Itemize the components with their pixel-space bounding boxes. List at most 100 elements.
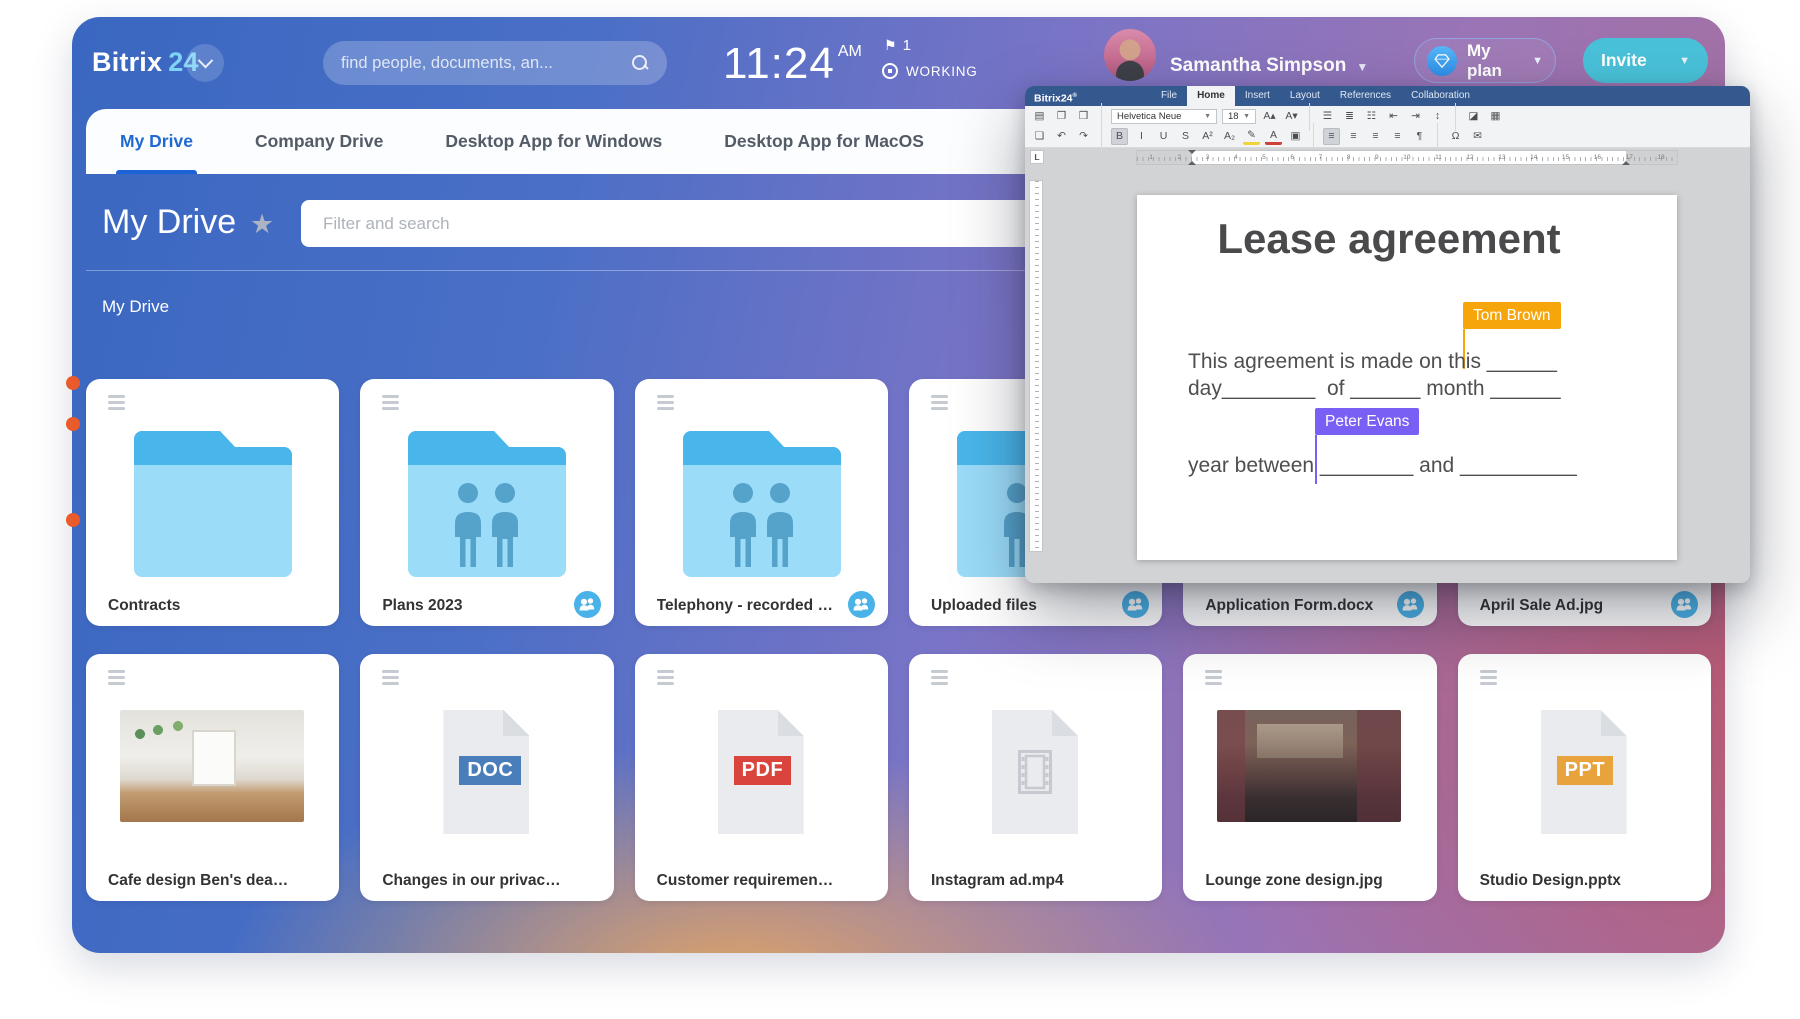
chevron-down-icon: ▼: [1679, 55, 1690, 67]
left-indent-marker[interactable]: [1188, 157, 1196, 165]
tab-stop-selector[interactable]: L: [1030, 150, 1044, 164]
document-icon: PPT: [1541, 710, 1627, 834]
strikethrough-button[interactable]: S: [1177, 128, 1194, 145]
card-menu-icon[interactable]: [931, 670, 948, 685]
file-card[interactable]: PPT Studio Design.pptx: [1458, 654, 1711, 901]
vertical-ruler[interactable]: [1030, 181, 1042, 551]
global-search[interactable]: [323, 41, 667, 85]
font-size-select[interactable]: 18▼: [1222, 109, 1256, 124]
shrink-font-button[interactable]: A▾: [1283, 108, 1300, 125]
font-family-select[interactable]: Helvetica Neue▼: [1111, 109, 1217, 124]
chevron-down-icon: ▼: [1356, 60, 1368, 74]
file-card[interactable]: DOC Changes in our privacy poli...: [360, 654, 613, 901]
shared-badge-icon: [848, 591, 875, 618]
tab-company-drive[interactable]: Company Drive: [255, 109, 383, 174]
bitrix24-logo: Bitrix24: [92, 47, 199, 78]
file-card[interactable]: Telephony - recorded calls: [635, 379, 888, 626]
video-icon: [1018, 750, 1052, 794]
copy-icon[interactable]: ❒: [1075, 108, 1092, 125]
right-indent-marker[interactable]: [1622, 157, 1630, 165]
file-card[interactable]: Cafe design Ben's deal.jpg: [86, 654, 339, 901]
invite-button[interactable]: Invite ▼: [1583, 38, 1708, 83]
tab-my-drive[interactable]: My Drive: [120, 109, 193, 174]
paste-icon[interactable]: ❏: [1031, 128, 1048, 145]
decor-dot: [66, 513, 80, 527]
logo-brand: Bitrix: [92, 47, 162, 77]
editor-ribbon-tabs: File Home Insert Layout References Colla…: [1151, 86, 1480, 106]
document-text-line[interactable]: year between ________ and __________: [1188, 454, 1577, 478]
collaborator-cursor-tom-brown: Tom Brown: [1463, 302, 1561, 329]
file-name: Lounge zone design.jpg: [1205, 867, 1386, 894]
card-menu-icon[interactable]: [657, 670, 674, 685]
user-avatar[interactable]: [1104, 29, 1156, 81]
decrease-indent-button[interactable]: ⇤: [1385, 108, 1402, 125]
file-card[interactable]: Plans 2023: [360, 379, 613, 626]
work-status[interactable]: WORKING: [882, 63, 978, 79]
card-menu-icon[interactable]: [1480, 670, 1497, 685]
document-title[interactable]: Lease agreement: [1137, 215, 1641, 263]
menu-home[interactable]: Home: [1187, 86, 1235, 106]
formatting-marks-button[interactable]: ¶: [1411, 128, 1428, 145]
my-plan-button[interactable]: My plan ▼: [1414, 38, 1556, 83]
document-icon: PDF: [718, 710, 804, 834]
menu-references[interactable]: References: [1330, 86, 1401, 106]
subscript-button[interactable]: A₂: [1221, 128, 1238, 145]
menu-insert[interactable]: Insert: [1235, 86, 1280, 106]
clear-formatting-button[interactable]: ◪: [1465, 108, 1482, 125]
file-name: Contracts: [108, 592, 289, 619]
increase-indent-button[interactable]: ⇥: [1407, 108, 1424, 125]
card-menu-icon[interactable]: [382, 670, 399, 685]
tab-desktop-app-windows[interactable]: Desktop App for Windows: [445, 109, 662, 174]
menu-layout[interactable]: Layout: [1280, 86, 1330, 106]
font-color-button[interactable]: A: [1265, 128, 1282, 145]
flag-counter[interactable]: ⚑ 1: [884, 37, 911, 54]
breadcrumb[interactable]: My Drive: [102, 297, 169, 317]
card-menu-icon[interactable]: [931, 395, 948, 410]
multilevel-list-button[interactable]: ☷: [1363, 108, 1380, 125]
highlight-color-button[interactable]: ✎: [1243, 128, 1260, 145]
underline-button[interactable]: U: [1155, 128, 1172, 145]
card-menu-icon[interactable]: [1205, 670, 1222, 685]
insert-symbol-button[interactable]: Ω: [1447, 128, 1464, 145]
document-page[interactable]: Lease agreement Tom Brown This agreement…: [1137, 195, 1677, 560]
align-justify-button[interactable]: ≡: [1389, 128, 1406, 145]
align-left-button[interactable]: ≡: [1323, 128, 1340, 145]
card-menu-icon[interactable]: [382, 395, 399, 410]
card-menu-icon[interactable]: [108, 670, 125, 685]
mailing-button[interactable]: ✉: [1469, 128, 1486, 145]
align-right-button[interactable]: ≡: [1367, 128, 1384, 145]
file-card[interactable]: PDF Customer requirements.pdf: [635, 654, 888, 901]
favorite-star-icon[interactable]: ★: [250, 209, 274, 240]
bullet-list-button[interactable]: ☰: [1319, 108, 1336, 125]
bold-button[interactable]: B: [1111, 128, 1128, 145]
user-menu[interactable]: Samantha Simpson▼: [1170, 55, 1368, 77]
insert-table-button[interactable]: ▦: [1487, 108, 1504, 125]
document-text-line[interactable]: day________ of ______ month ______: [1188, 377, 1561, 401]
card-menu-icon[interactable]: [657, 395, 674, 410]
quick-print-icon[interactable]: ❐: [1053, 108, 1070, 125]
file-card[interactable]: Instagram ad.mp4: [909, 654, 1162, 901]
menu-file[interactable]: File: [1151, 86, 1187, 106]
grow-font-button[interactable]: A▴: [1261, 108, 1278, 125]
italic-button[interactable]: I: [1133, 128, 1150, 145]
redo-button[interactable]: ↷: [1075, 128, 1092, 145]
menu-collaboration[interactable]: Collaboration: [1401, 86, 1480, 106]
card-menu-icon[interactable]: [108, 395, 125, 410]
clock[interactable]: 11:24AM: [723, 39, 862, 89]
numbered-list-button[interactable]: ≣: [1341, 108, 1358, 125]
print-icon[interactable]: ▤: [1031, 108, 1048, 125]
file-type-badge: DOC: [459, 756, 521, 785]
superscript-button[interactable]: A²: [1199, 128, 1216, 145]
align-center-button[interactable]: ≡: [1345, 128, 1362, 145]
file-name: Studio Design.pptx: [1480, 867, 1661, 894]
document-text-line[interactable]: This agreement is made on this ______: [1188, 350, 1557, 374]
undo-button[interactable]: ↶: [1053, 128, 1070, 145]
shading-button[interactable]: ▣: [1287, 128, 1304, 145]
file-card[interactable]: Contracts: [86, 379, 339, 626]
logo-dropdown-button[interactable]: [186, 44, 224, 82]
document-icon: [992, 710, 1078, 834]
global-search-input[interactable]: [341, 54, 631, 73]
tab-desktop-app-macos[interactable]: Desktop App for MacOS: [724, 109, 924, 174]
file-card[interactable]: Lounge zone design.jpg: [1183, 654, 1436, 901]
horizontal-ruler[interactable]: 123456789101112131415161718: [1137, 151, 1677, 164]
